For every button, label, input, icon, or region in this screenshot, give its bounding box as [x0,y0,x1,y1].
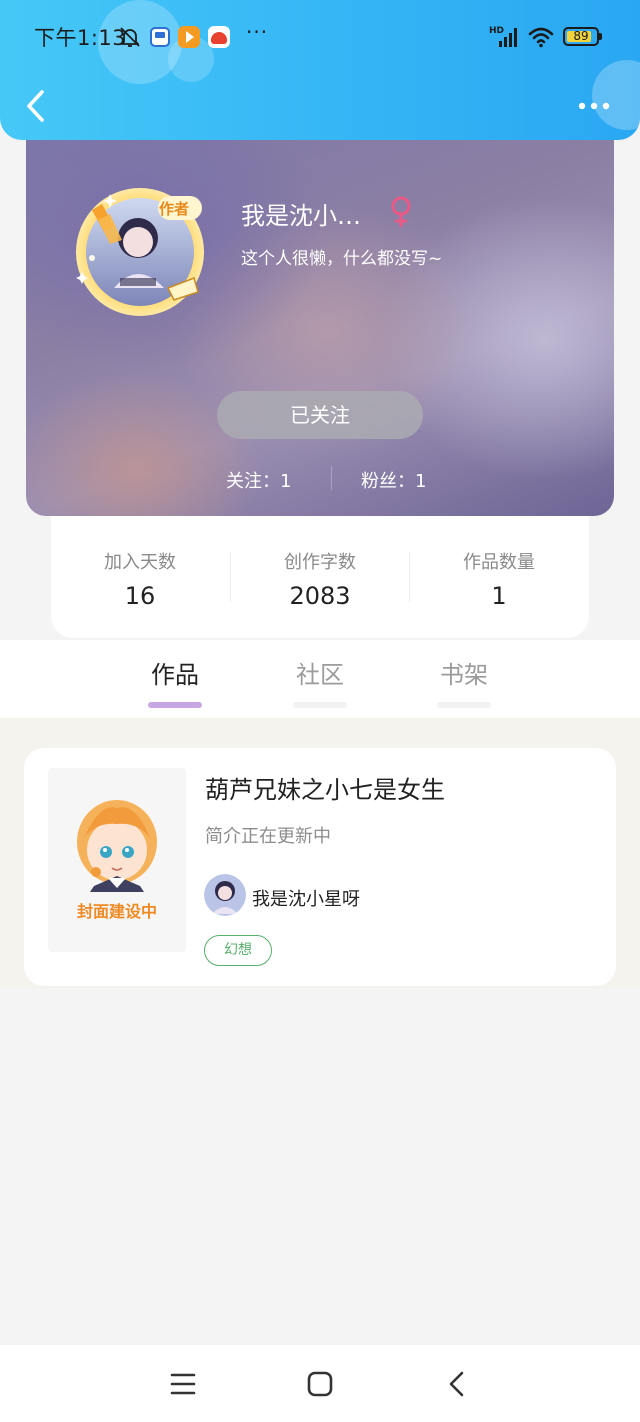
status-more-icon: ··· [246,20,269,44]
author-mini-avatar [204,874,246,916]
divider [409,552,410,602]
game-app-icon [208,26,230,48]
bell-mute-icon [120,27,140,47]
genre-tag: 幻想 [204,935,272,966]
stat-label: 作品数量 [463,552,535,573]
signal-icon [499,28,517,47]
work-title[interactable]: 葫芦兄妹之小七是女生 [205,770,445,805]
tab-works[interactable]: 作品 [140,655,210,708]
divider [230,552,231,602]
following-count[interactable]: 关注：1 [226,467,291,493]
divider [331,466,332,490]
author-badge: 作者 [159,200,190,218]
stat-join-days: 加入天数 16 [70,548,210,610]
stat-label: 加入天数 [104,552,176,573]
wifi-icon [528,27,554,48]
profile-bio: 这个人很懒，什么都没写~ [241,249,443,269]
tab-label: 书架 [440,661,488,689]
profile-tabs: 作品 社区 书架 [0,640,640,718]
stat-value: 16 [124,582,156,610]
status-time: 下午1:13 [34,26,127,50]
tab-label: 作品 [151,661,199,689]
author-stats-card: 加入天数 16 创作字数 2083 作品数量 1 [51,512,589,638]
work-card[interactable]: 封面建设中 葫芦兄妹之小七是女生 简介正在更新中 我是沈小星呀 幻想 [24,748,616,986]
follow-button[interactable]: 已关注 [217,391,423,439]
system-navigation-bar [0,1345,640,1422]
cover-placeholder-illustration [77,800,157,892]
tab-indicator [293,702,347,708]
back-icon[interactable] [443,1369,473,1399]
work-author: 我是沈小星呀 [252,889,360,910]
stat-label: 创作字数 [284,552,356,573]
profile-header-card: 作者 我是沈小… 这个人很懒，什么都没写~ 已关注 关注：1 粉丝：1 [26,110,614,516]
stat-value: 1 [491,582,507,610]
profile-name: 我是沈小… [241,202,361,230]
battery-level: 89 [573,29,589,43]
video-app-icon [178,26,200,48]
more-button[interactable] [574,90,614,122]
female-icon [391,196,411,227]
menu-icon[interactable] [168,1369,198,1399]
app-notification-icon [150,27,170,47]
followers-count[interactable]: 粉丝：1 [361,467,426,493]
back-button[interactable] [20,86,52,126]
stat-value: 2083 [289,582,351,610]
battery-icon: 89 [563,27,602,46]
book-cover[interactable]: 封面建设中 [48,768,186,952]
app-header: 下午1:13 ··· HD 89 [0,0,640,140]
work-intro: 简介正在更新中 [205,826,331,847]
stat-works-count: 作品数量 1 [429,548,569,610]
tab-community[interactable]: 社区 [285,655,355,708]
tab-indicator [437,702,491,708]
home-icon[interactable] [305,1369,335,1399]
stat-word-count: 创作字数 2083 [250,548,390,610]
tab-bookshelf[interactable]: 书架 [429,655,499,708]
tab-indicator [148,702,202,708]
tab-label: 社区 [296,661,344,689]
cover-caption: 封面建设中 [76,902,157,921]
